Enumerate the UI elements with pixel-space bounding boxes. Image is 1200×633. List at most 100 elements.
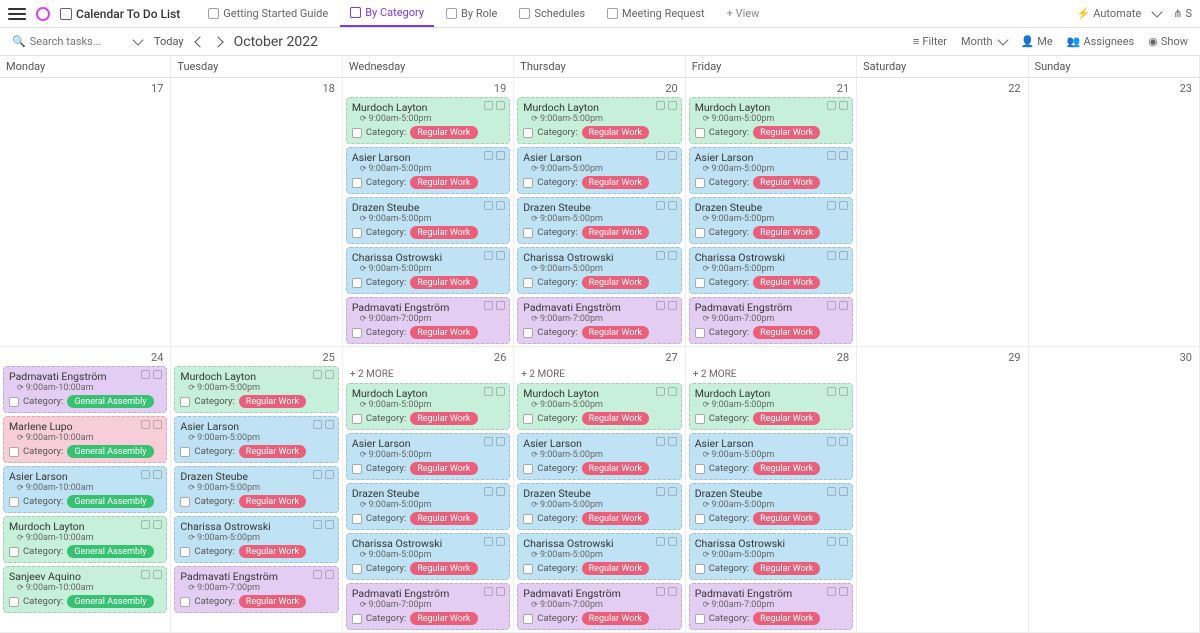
event-time: 9:00am-10:00am [17, 433, 161, 443]
category-label: Category: [537, 513, 577, 524]
event-card[interactable]: Drazen Steube9:00am-5:00pmCategory:Regul… [517, 483, 681, 530]
event-card[interactable]: Padmavati Engström9:00am-7:00pmCategory:… [174, 566, 338, 613]
view-icon [208, 8, 219, 19]
category-badge: Regular Work [582, 462, 649, 475]
category-label: Category: [366, 127, 406, 138]
event-card[interactable]: Padmavati Engström9:00am-10:00amCategory… [3, 366, 167, 413]
search-box[interactable]: 🔍 [12, 35, 142, 48]
calendar-cell[interactable]: 21Murdoch Layton9:00am-5:00pmCategory:Re… [686, 78, 857, 347]
event-card[interactable]: Asier Larson9:00am-5:00pmCategory:Regula… [689, 147, 853, 194]
event-card[interactable]: Padmavati Engström9:00am-7:00pmCategory:… [517, 297, 681, 344]
event-card[interactable]: Murdoch Layton9:00am-10:00amCategory:Gen… [3, 516, 167, 563]
tab-getting-started-guide[interactable]: Getting Started Guide [198, 0, 338, 27]
more-events-button[interactable]: + 2 MORE [689, 366, 853, 383]
event-card[interactable]: Asier Larson9:00am-10:00amCategory:Gener… [3, 466, 167, 513]
event-card[interactable]: Murdoch Layton9:00am-5:00pmCategory:Regu… [689, 97, 853, 144]
event-time: 9:00am-5:00pm [531, 164, 675, 174]
category-label: Category: [366, 413, 406, 424]
calendar-cell[interactable]: 23 [1029, 78, 1200, 347]
event-card[interactable]: Asier Larson9:00am-5:00pmCategory:Regula… [517, 147, 681, 194]
event-title: Padmavati Engström [180, 570, 332, 583]
calendar-cell[interactable]: 24Padmavati Engström9:00am-10:00amCatego… [0, 347, 171, 633]
share-button[interactable]: ⋔ S [1173, 7, 1192, 20]
tab-schedules[interactable]: Schedules [509, 0, 595, 27]
event-card[interactable]: Drazen Steube9:00am-5:00pmCategory:Regul… [689, 197, 853, 244]
event-card[interactable]: Marlene Lupo9:00am-10:00amCategory:Gener… [3, 416, 167, 463]
event-title: Asier Larson [352, 151, 504, 164]
calendar-cell[interactable]: 28+ 2 MOREMurdoch Layton9:00am-5:00pmCat… [686, 347, 857, 633]
show-button[interactable]: ◉Show [1148, 35, 1188, 48]
event-card[interactable]: Padmavati Engström9:00am-7:00pmCategory:… [689, 583, 853, 630]
event-card[interactable]: Charissa Ostrowski9:00am-5:00pmCategory:… [346, 533, 510, 580]
event-card[interactable]: Asier Larson9:00am-5:00pmCategory:Regula… [346, 147, 510, 194]
calendar-cell[interactable]: 26+ 2 MOREMurdoch Layton9:00am-5:00pmCat… [343, 347, 514, 633]
calendar-cell[interactable]: 29 [857, 347, 1028, 633]
event-card[interactable]: Murdoch Layton9:00am-5:00pmCategory:Regu… [517, 97, 681, 144]
category-badge: Regular Work [410, 126, 477, 139]
event-card[interactable]: Murdoch Layton9:00am-5:00pmCategory:Regu… [346, 97, 510, 144]
calendar-cell[interactable]: 27+ 2 MOREMurdoch Layton9:00am-5:00pmCat… [514, 347, 685, 633]
chevron-down-icon[interactable] [132, 34, 143, 45]
event-card[interactable]: Drazen Steube9:00am-5:00pmCategory:Regul… [346, 197, 510, 244]
event-card[interactable]: Murdoch Layton9:00am-5:00pmCategory:Regu… [346, 383, 510, 430]
event-card[interactable]: Drazen Steube9:00am-5:00pmCategory:Regul… [346, 483, 510, 530]
event-card[interactable]: Sanjeev Aquino9:00am-10:00amCategory:Gen… [3, 566, 167, 613]
event-title: Asier Larson [523, 151, 675, 164]
event-card[interactable]: Charissa Ostrowski9:00am-5:00pmCategory:… [517, 533, 681, 580]
options-icon [325, 470, 334, 479]
event-card[interactable]: Charissa Ostrowski9:00am-5:00pmCategory:… [346, 247, 510, 294]
prev-month-button[interactable] [194, 36, 205, 47]
next-month-button[interactable] [212, 36, 223, 47]
more-events-button[interactable]: + 2 MORE [346, 366, 510, 383]
assignees-button[interactable]: 👥Assignees [1067, 35, 1135, 48]
event-card[interactable]: Padmavati Engström9:00am-7:00pmCategory:… [346, 583, 510, 630]
more-events-button[interactable]: + 2 MORE [517, 366, 681, 383]
recurring-icon [827, 201, 836, 210]
calendar-cell[interactable]: 17 [0, 78, 171, 347]
category-icon [9, 497, 19, 507]
event-card[interactable]: Murdoch Layton9:00am-5:00pmCategory:Regu… [174, 366, 338, 413]
tab-meeting-request[interactable]: Meeting Request [597, 0, 715, 27]
me-button[interactable]: 👤Me [1021, 35, 1053, 48]
event-title: Charissa Ostrowski [695, 537, 847, 550]
calendar-cell[interactable]: 25Murdoch Layton9:00am-5:00pmCategory:Re… [171, 347, 342, 633]
today-button[interactable]: Today [154, 35, 184, 48]
automate-button[interactable]: ⚡ Automate [1077, 7, 1142, 20]
calendar-cell[interactable]: 20Murdoch Layton9:00am-5:00pmCategory:Re… [514, 78, 685, 347]
event-card[interactable]: Drazen Steube9:00am-5:00pmCategory:Regul… [174, 466, 338, 513]
event-card[interactable]: Charissa Ostrowski9:00am-5:00pmCategory:… [517, 247, 681, 294]
event-card[interactable]: Charissa Ostrowski9:00am-5:00pmCategory:… [174, 516, 338, 563]
event-card[interactable]: Padmavati Engström9:00am-7:00pmCategory:… [346, 297, 510, 344]
category-icon [523, 564, 533, 574]
category-label: Category: [537, 127, 577, 138]
event-card[interactable]: Asier Larson9:00am-5:00pmCategory:Regula… [174, 416, 338, 463]
event-card[interactable]: Charissa Ostrowski9:00am-5:00pmCategory:… [689, 247, 853, 294]
options-icon [839, 587, 848, 596]
tab-by-category[interactable]: By Category [340, 0, 434, 27]
event-card[interactable]: Padmavati Engström9:00am-7:00pmCategory:… [517, 583, 681, 630]
tab-by-role[interactable]: By Role [436, 0, 507, 27]
event-card[interactable]: Asier Larson9:00am-5:00pmCategory:Regula… [517, 433, 681, 480]
options-icon [496, 151, 505, 160]
event-card[interactable]: Asier Larson9:00am-5:00pmCategory:Regula… [689, 433, 853, 480]
add-view-button[interactable]: + View [719, 7, 768, 20]
event-card[interactable]: Murdoch Layton9:00am-5:00pmCategory:Regu… [689, 383, 853, 430]
event-time: 9:00am-7:00pm [703, 600, 847, 610]
menu-icon[interactable] [8, 5, 26, 23]
calendar-cell[interactable]: 30 [1029, 347, 1200, 633]
event-card[interactable]: Murdoch Layton9:00am-5:00pmCategory:Regu… [517, 383, 681, 430]
automate-dropdown[interactable] [1153, 11, 1161, 16]
calendar-cell[interactable]: 22 [857, 78, 1028, 347]
calendar-cell[interactable]: 18 [171, 78, 342, 347]
event-card[interactable]: Charissa Ostrowski9:00am-5:00pmCategory:… [689, 533, 853, 580]
filter-button[interactable]: ≡Filter [913, 35, 947, 48]
options-icon [325, 420, 334, 429]
view-mode-button[interactable]: Month [961, 35, 1007, 48]
calendar-cell[interactable]: 19Murdoch Layton9:00am-5:00pmCategory:Re… [343, 78, 514, 347]
event-card[interactable]: Padmavati Engström9:00am-7:00pmCategory:… [689, 297, 853, 344]
event-card[interactable]: Asier Larson9:00am-5:00pmCategory:Regula… [346, 433, 510, 480]
event-card[interactable]: Drazen Steube9:00am-5:00pmCategory:Regul… [517, 197, 681, 244]
category-icon [523, 414, 533, 424]
event-card[interactable]: Drazen Steube9:00am-5:00pmCategory:Regul… [689, 483, 853, 530]
search-input[interactable] [30, 35, 130, 48]
